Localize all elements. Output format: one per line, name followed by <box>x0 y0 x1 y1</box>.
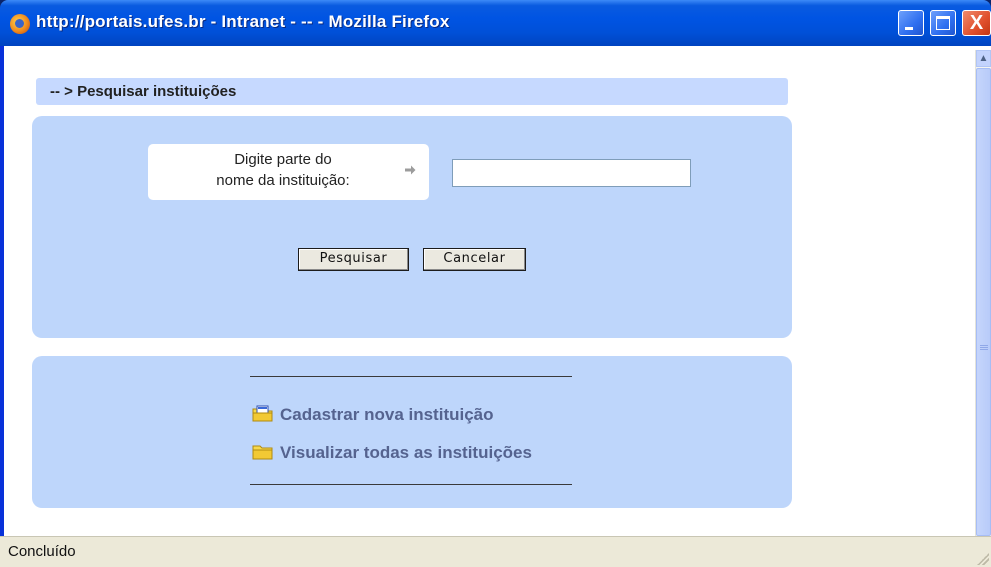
firefox-icon <box>10 14 30 34</box>
search-label: Digite parte do nome da instituição: <box>178 149 388 191</box>
cancel-button[interactable]: Cancelar <box>423 248 526 271</box>
arrow-right-icon <box>405 165 416 175</box>
status-bar: Concluído <box>0 536 991 567</box>
divider <box>250 376 572 377</box>
minimize-button[interactable] <box>898 10 924 36</box>
maximize-button[interactable] <box>930 10 956 36</box>
status-text: Concluído <box>8 543 76 560</box>
folder-add-icon <box>252 405 273 422</box>
folder-icon <box>252 445 273 460</box>
search-label-box: Digite parte do nome da instituição: <box>148 144 429 200</box>
window-titlebar[interactable]: http://portais.ufes.br - Intranet - -- -… <box>0 0 991 46</box>
search-panel: Digite parte do nome da instituição: Pes… <box>32 116 792 338</box>
vertical-scrollbar[interactable]: ▲ <box>975 50 991 536</box>
register-link-label[interactable]: Cadastrar nova instituição <box>280 405 494 425</box>
actions-panel: Cadastrar nova instituição Visualizar to… <box>32 356 792 508</box>
view-all-link-label[interactable]: Visualizar todas as instituições <box>280 443 532 463</box>
window-title: http://portais.ufes.br - Intranet - -- -… <box>36 12 450 31</box>
resize-grip-icon[interactable] <box>977 553 989 565</box>
search-label-line2: nome da instituição: <box>216 172 350 189</box>
search-label-line1: Digite parte do <box>234 151 332 168</box>
divider <box>250 484 572 485</box>
scroll-up-button[interactable]: ▲ <box>976 50 991 67</box>
scroll-thumb[interactable] <box>976 68 991 536</box>
close-icon: X <box>969 12 984 34</box>
page-title: -- > Pesquisar instituições <box>50 83 237 100</box>
search-input[interactable] <box>452 159 691 187</box>
search-button[interactable]: Pesquisar <box>298 248 409 271</box>
close-button[interactable]: X <box>962 10 991 36</box>
breadcrumb: -- > Pesquisar instituições <box>36 78 788 105</box>
